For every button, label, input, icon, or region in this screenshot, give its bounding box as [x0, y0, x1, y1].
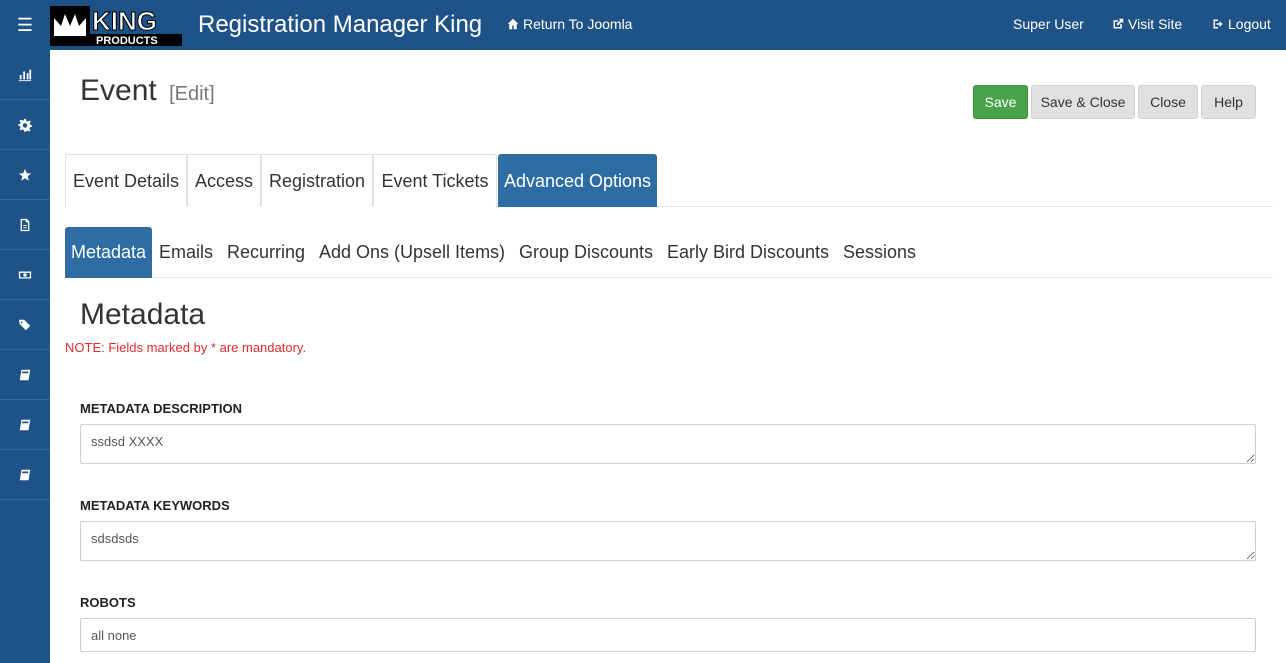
section-title: Metadata: [80, 298, 206, 331]
sidebar-item-book-2[interactable]: [0, 400, 50, 450]
sidebar-item-featured[interactable]: [0, 150, 50, 200]
subtab-recurring[interactable]: Recurring: [227, 227, 305, 278]
sidebar-item-tags[interactable]: [0, 300, 50, 350]
money-icon: [18, 271, 32, 278]
tab-advanced-options[interactable]: Advanced Options: [498, 154, 657, 207]
main-tabs: Event Details Access Registration Event …: [65, 154, 1273, 207]
robots-label: ROBOTS: [80, 595, 136, 610]
visit-site-link[interactable]: Visit Site: [1112, 16, 1182, 32]
page-title: Event [Edit]: [80, 74, 215, 108]
help-button[interactable]: Help: [1201, 85, 1256, 119]
sidebar-item-settings[interactable]: [0, 100, 50, 150]
logout-link[interactable]: Logout: [1212, 16, 1271, 32]
user-menu-link[interactable]: Super User: [1013, 16, 1084, 32]
gear-icon: [18, 118, 32, 132]
tab-event-details[interactable]: Event Details: [65, 154, 187, 207]
sign-out-icon: [1213, 19, 1223, 29]
sidebar-item-documents[interactable]: [0, 200, 50, 250]
return-to-joomla-label: Return To Joomla: [523, 16, 633, 32]
book-icon: [19, 419, 31, 430]
metadata-description-field[interactable]: ssdsd XXXX: [80, 424, 1256, 464]
advanced-subtabs: Metadata Emails Recurring Add Ons (Upsel…: [65, 227, 1273, 278]
home-icon: [507, 18, 519, 30]
book-icon: [19, 369, 31, 380]
tags-icon: [18, 319, 31, 330]
sidebar-item-payments[interactable]: [0, 250, 50, 300]
tab-event-tickets[interactable]: Event Tickets: [373, 154, 497, 207]
subtab-group-discounts[interactable]: Group Discounts: [519, 227, 653, 278]
logout-label: Logout: [1228, 16, 1271, 32]
external-link-icon: [1113, 18, 1124, 29]
star-icon: [18, 168, 32, 181]
subtab-sessions[interactable]: Sessions: [843, 227, 916, 278]
mandatory-note: NOTE: Fields marked by * are mandatory.: [65, 340, 307, 355]
subtab-early-bird-discounts[interactable]: Early Bird Discounts: [667, 227, 829, 278]
hamburger-icon[interactable]: ☰: [0, 0, 50, 50]
svg-text:KING: KING: [92, 6, 157, 36]
metadata-keywords-field[interactable]: sdsdsds: [80, 521, 1256, 561]
visit-site-label: Visit Site: [1128, 16, 1183, 32]
close-button[interactable]: Close: [1138, 85, 1198, 119]
book-icon: [19, 469, 31, 480]
save-close-button[interactable]: Save & Close: [1031, 85, 1135, 119]
subtab-add-ons[interactable]: Add Ons (Upsell Items): [319, 227, 505, 278]
page-title-text: Event: [80, 74, 157, 107]
sidebar-item-book-3[interactable]: [0, 450, 50, 500]
sidebar-item-book-1[interactable]: [0, 350, 50, 400]
return-to-joomla-link[interactable]: Return To Joomla: [507, 16, 632, 32]
metadata-description-label: METADATA DESCRIPTION: [80, 401, 243, 416]
app-title: Registration Manager King: [198, 11, 483, 38]
king-products-logo[interactable]: KING PRODUCTS: [50, 6, 182, 47]
top-navbar: ☰ KING PRODUCTS Registration Manager Kin…: [0, 0, 1286, 50]
svg-text:PRODUCTS: PRODUCTS: [96, 35, 158, 46]
subtab-metadata[interactable]: Metadata: [65, 227, 152, 278]
user-name: Super User: [1013, 16, 1084, 32]
save-button[interactable]: Save: [973, 85, 1028, 119]
document-icon: [20, 218, 30, 231]
metadata-keywords-label: METADATA KEYWORDS: [80, 498, 230, 513]
subtab-emails[interactable]: Emails: [159, 227, 213, 278]
sidebar: [0, 50, 50, 663]
robots-field[interactable]: [80, 618, 1256, 652]
tab-registration[interactable]: Registration: [261, 154, 373, 207]
page-title-edit-label: [Edit]: [169, 83, 215, 105]
tab-access[interactable]: Access: [187, 154, 261, 207]
bar-chart-icon: [18, 69, 32, 81]
sidebar-item-dashboard[interactable]: [0, 50, 50, 100]
